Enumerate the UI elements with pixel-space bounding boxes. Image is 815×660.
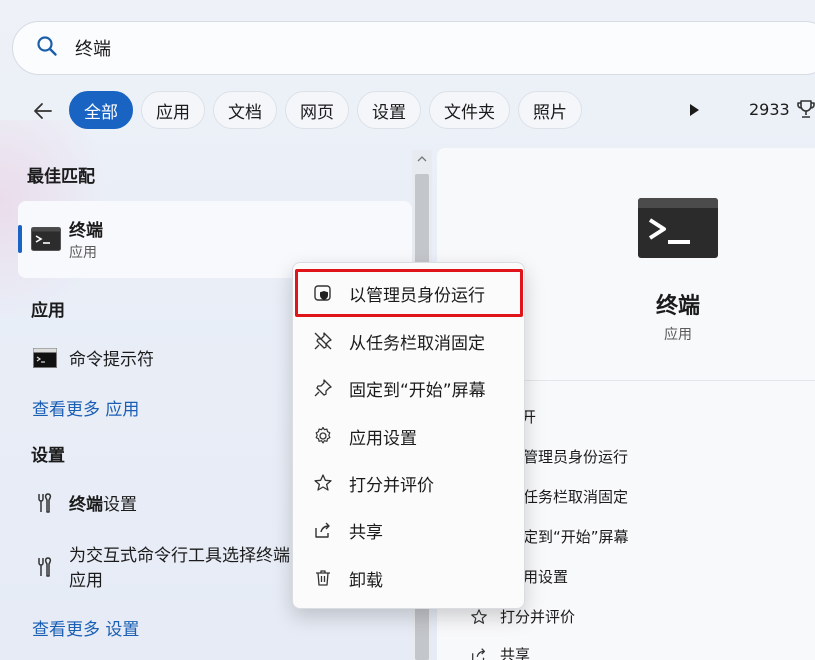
menu-item-label: 以管理员身份运行 (349, 285, 485, 306)
filter-folders[interactable]: 文件夹 (429, 91, 510, 129)
menu-item-share[interactable]: 共享 (293, 510, 526, 550)
see-more-settings-link[interactable]: 查看更多 设置 (32, 615, 139, 640)
shield-icon (314, 285, 331, 301)
filter-web[interactable]: 网页 (285, 91, 349, 129)
menu-item-label: 打分并评价 (349, 475, 434, 496)
star-icon (314, 474, 332, 491)
action-label: 打分并评价 (500, 608, 576, 626)
action-label: 任务栏取消固定 (523, 488, 629, 506)
share-icon (315, 522, 330, 538)
arrow-left-icon (34, 103, 52, 119)
app-result-label: 命令提示符 (69, 350, 154, 370)
search-input[interactable]: 终端 (75, 35, 111, 61)
filter-all[interactable]: 全部 (69, 91, 133, 129)
share-icon (472, 647, 486, 660)
see-more-apps-link[interactable]: 查看更多 应用 (32, 395, 139, 420)
settings-heading: 设置 (31, 446, 65, 466)
menu-item-label: 共享 (349, 522, 383, 543)
filter-photos[interactable]: 照片 (518, 91, 582, 129)
rewards-points[interactable]: 2933 (749, 100, 790, 119)
more-filters-button[interactable] (684, 100, 704, 120)
menu-item-uninstall[interactable]: 卸载 (293, 558, 526, 598)
menu-item-label: 应用设置 (349, 428, 417, 449)
setting-result-rest: 设置 (103, 495, 137, 515)
filter-apps[interactable]: 应用 (141, 91, 205, 129)
menu-item-label: 固定到“开始”屏幕 (349, 380, 486, 401)
setting-result-default-terminal[interactable]: 为交互式命令行工具选择终端 应用 (35, 544, 290, 594)
terminal-icon (638, 198, 718, 258)
best-match-name: 终端 (69, 221, 103, 241)
details-action-run-as-admin[interactable]: 管理员身份运行 (523, 446, 628, 467)
terminal-icon (31, 227, 61, 255)
context-menu: 以管理员身份运行 从任务栏取消固定 固定到“开始”屏幕 应用设置 打分并评价 共… (292, 262, 525, 609)
command-prompt-icon (33, 347, 57, 368)
action-label: 管理员身份运行 (523, 448, 629, 466)
selection-indicator (18, 225, 22, 253)
menu-item-pin-start[interactable]: 固定到“开始”屏幕 (293, 368, 526, 408)
filter-settings[interactable]: 设置 (357, 91, 421, 129)
back-button[interactable] (28, 96, 58, 126)
play-icon (690, 104, 699, 116)
action-label: 定到“开始”屏幕 (523, 528, 629, 546)
search-icon (35, 34, 59, 62)
details-action-app-settings[interactable]: 用设置 (523, 566, 568, 587)
details-action-rate[interactable]: 打分并评价 (470, 606, 575, 627)
setting-result-line1: 为交互式命令行工具选择终端 (69, 546, 290, 566)
app-result-cmd[interactable]: 命令提示符 (33, 345, 154, 370)
menu-item-label: 从任务栏取消固定 (349, 333, 485, 354)
setting-result-bold: 终端 (69, 495, 103, 515)
menu-item-rate-review[interactable]: 打分并评价 (293, 463, 526, 503)
menu-item-label: 卸载 (349, 570, 383, 591)
menu-item-app-settings[interactable]: 应用设置 (293, 416, 526, 456)
filter-chips: 全部 应用 文档 网页 设置 文件夹 照片 (69, 91, 582, 129)
setting-result-line2: 应用 (69, 571, 103, 591)
search-bar[interactable]: 终端 (12, 21, 815, 75)
details-action-unpin-taskbar[interactable]: 任务栏取消固定 (523, 486, 628, 507)
action-label: 共享 (500, 646, 531, 660)
trash-icon (316, 570, 330, 586)
trophy-icon[interactable] (795, 98, 815, 120)
settings-tools-icon (35, 492, 55, 514)
best-match-heading: 最佳匹配 (27, 167, 95, 187)
details-action-share[interactable]: 共享 (470, 644, 530, 660)
filter-documents[interactable]: 文档 (213, 91, 277, 129)
menu-item-run-as-admin[interactable]: 以管理员身份运行 (293, 273, 526, 313)
setting-result-terminal[interactable]: 终端 设置 (35, 490, 137, 515)
settings-tools-icon (35, 556, 55, 578)
menu-item-unpin-taskbar[interactable]: 从任务栏取消固定 (293, 321, 526, 361)
chevron-up-icon[interactable] (416, 153, 428, 165)
apps-heading: 应用 (31, 301, 65, 321)
action-label: 用设置 (523, 568, 569, 586)
pin-icon (314, 379, 332, 397)
details-action-pin-start[interactable]: 定到“开始”屏幕 (523, 526, 629, 547)
best-match-type: 应用 (69, 245, 97, 261)
star-icon (471, 608, 487, 624)
gear-icon (315, 426, 331, 444)
unpin-icon (314, 332, 332, 350)
